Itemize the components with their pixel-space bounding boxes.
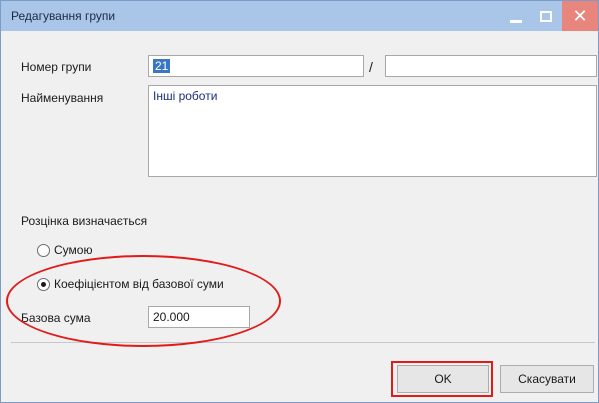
window-title: Редагування групи: [11, 9, 116, 23]
minimize-icon: [510, 19, 522, 23]
group-number-input[interactable]: 21: [148, 55, 364, 77]
base-sum-input[interactable]: 20.000: [148, 306, 250, 328]
minimize-button[interactable]: [501, 1, 531, 31]
close-icon: ✕: [572, 5, 588, 26]
name-label: Найменування: [21, 91, 104, 105]
ok-button[interactable]: OK: [397, 365, 489, 393]
title-bar[interactable]: Редагування групи ✕: [1, 1, 598, 31]
name-value: Інші роботи: [153, 89, 218, 103]
radio-coefficient-label[interactable]: Коефіцієнтом від базової суми: [54, 277, 224, 291]
radio-sum[interactable]: [37, 244, 50, 257]
group-number-label: Номер групи: [21, 60, 92, 74]
radio-sum-label[interactable]: Сумою: [54, 243, 92, 257]
ok-button-label: OK: [434, 372, 452, 386]
cancel-button[interactable]: Скасувати: [500, 365, 594, 393]
footer-divider: [11, 342, 595, 343]
number-separator: /: [369, 59, 373, 75]
group-number-value: 21: [153, 59, 171, 73]
radio-coefficient[interactable]: [37, 278, 50, 291]
base-sum-value: 20.000: [153, 310, 190, 324]
group-suffix-input[interactable]: [385, 55, 597, 77]
name-textarea[interactable]: Інші роботи: [148, 85, 597, 177]
close-button[interactable]: ✕: [562, 1, 598, 31]
maximize-icon: [540, 10, 552, 22]
cancel-button-label: Скасувати: [518, 372, 576, 386]
annotation-ellipse: [6, 255, 281, 347]
maximize-button[interactable]: [531, 1, 561, 31]
base-sum-label: Базова сума: [21, 311, 91, 325]
edit-group-dialog: Редагування групи ✕ Номер групи 21 / Най…: [0, 0, 599, 403]
pricing-method-label: Розцінка визначається: [21, 214, 148, 228]
